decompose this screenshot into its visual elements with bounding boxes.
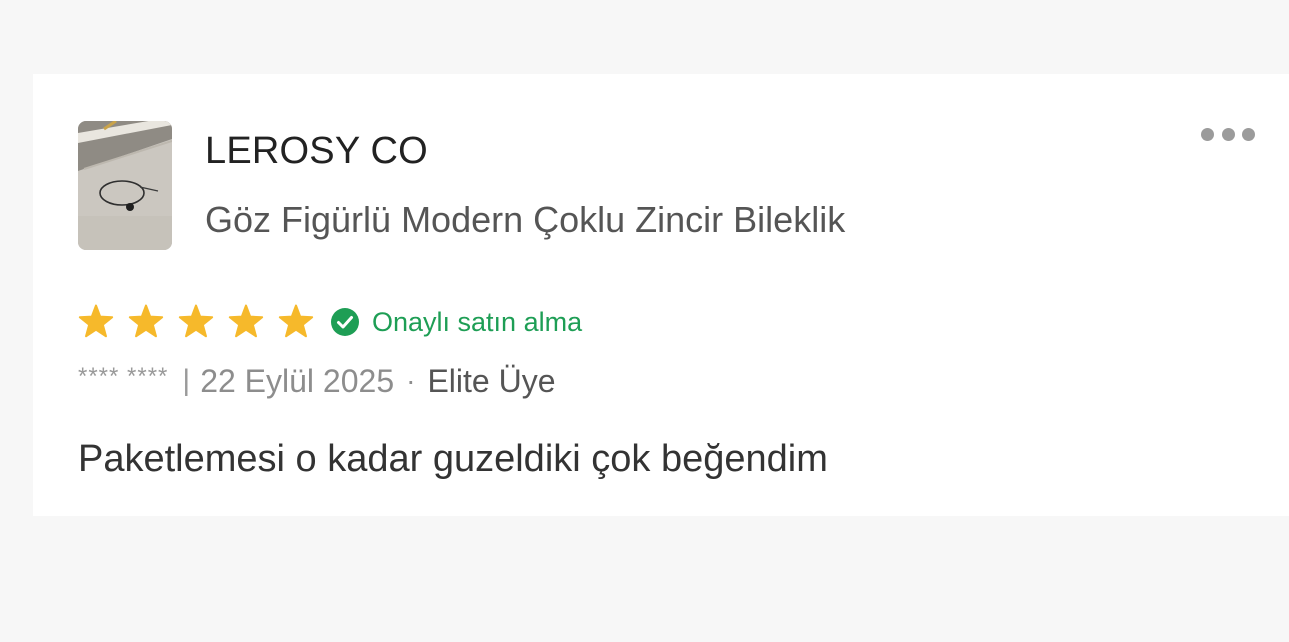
meta-divider: | (182, 364, 191, 397)
verified-purchase-label: Onaylı satın alma (372, 306, 583, 337)
dot-divider: · (406, 365, 416, 396)
star-icon (128, 304, 164, 338)
member-level-badge: Elite Üye (427, 362, 556, 399)
bracelet-photo-image (78, 121, 172, 250)
more-options-button[interactable] (1201, 124, 1255, 144)
seller-name[interactable]: LEROSY CO (205, 130, 428, 173)
verified-purchase-badge: Onaylı satın alma (330, 307, 582, 338)
reviewer-name: **** **** (78, 363, 169, 390)
more-horizontal-icon (1201, 127, 1214, 141)
review-text: Paketlemesi o kadar guzeldiki çok beğend… (78, 438, 828, 480)
product-name[interactable]: Göz Figürlü Modern Çoklu Zincir Bileklik (205, 199, 845, 241)
star-icon (78, 304, 114, 338)
review-meta: **** **** | 22 Eylül 2025 · Elite Üye (78, 361, 555, 401)
product-thumbnail[interactable] (78, 121, 172, 250)
star-rating (78, 304, 328, 340)
star-icon (278, 304, 314, 338)
check-circle-icon (331, 308, 359, 336)
star-icon (178, 304, 214, 338)
star-icon (228, 304, 264, 338)
rating-row: Onaylı satın alma (78, 304, 582, 340)
review-date: 22 Eylül 2025 (200, 362, 395, 399)
review-card: LEROSY CO Göz Figürlü Modern Çoklu Zinci… (33, 74, 1289, 516)
